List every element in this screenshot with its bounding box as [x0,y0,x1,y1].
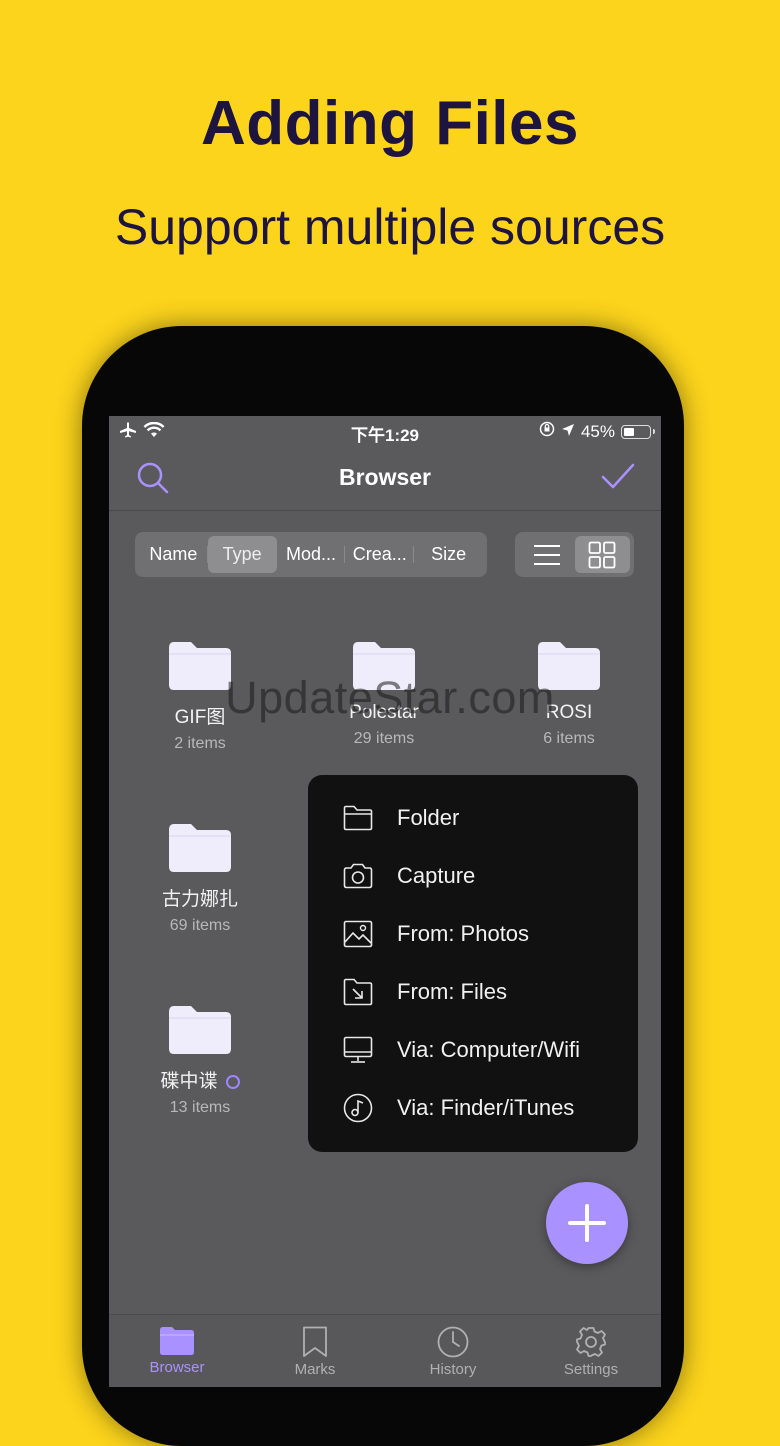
orientation-lock-icon [539,421,555,442]
sort-option-type[interactable]: Type [207,536,277,573]
list-view-button[interactable] [519,536,575,573]
folder-count: 69 items [169,917,231,934]
tab-browser[interactable]: Browser [117,1315,237,1376]
menu-item-computer-wifi[interactable]: Via: Computer/Wifi [308,1021,638,1079]
music-icon [343,1093,373,1123]
grid-view-button[interactable] [574,536,630,573]
folder-name: 古力娜扎 [161,889,238,910]
sort-option-size[interactable]: Size [414,536,483,573]
tab-label: History [429,1361,477,1378]
menu-item-finder-itunes[interactable]: Via: Finder/iTunes [308,1079,638,1137]
menu-item-files[interactable]: From: Files [308,963,638,1021]
grid-icon [588,541,616,568]
tab-label: Browser [149,1359,205,1376]
menu-item-label: Via: Computer/Wifi [397,1037,580,1062]
battery-fill [624,427,634,436]
add-button[interactable] [546,1182,628,1264]
menu-item-capture[interactable]: Capture [308,847,638,905]
select-button[interactable] [601,462,635,497]
folder-item[interactable]: 古力娜扎 69 items [125,824,275,935]
tab-label: Marks [294,1361,336,1378]
folder-icon [169,1006,231,1054]
checkmark-icon [601,463,635,489]
sort-option-created[interactable]: Crea... [345,536,414,573]
folder-item[interactable]: 碟中谍 13 items [125,1006,275,1117]
camera-icon [343,861,373,891]
tab-marks[interactable]: Marks [255,1315,375,1378]
nav-title: Browser [338,464,432,490]
tab-bar: Browser Marks History Settings [109,1314,661,1387]
menu-item-label: Via: Finder/iTunes [397,1095,575,1120]
app-screen: 下午1:29 45% Browser Name Type Mod... Crea… [109,416,661,1387]
photos-icon [343,919,373,949]
tab-label: Settings [563,1361,619,1378]
status-bar: 下午1:29 45% [109,416,661,448]
menu-item-folder[interactable]: Folder [308,789,638,847]
tab-history[interactable]: History [393,1315,513,1378]
battery-percent: 45% [580,421,615,441]
bookmark-icon [303,1326,327,1357]
promo-subline: Support multiple sources [114,199,666,255]
folder-icon [160,1327,194,1355]
monitor-icon [343,1035,373,1065]
nav-bar: Browser [109,448,661,511]
plus-icon [568,1204,606,1242]
folder-count: 2 items [174,735,226,752]
sort-option-name[interactable]: Name [139,536,208,573]
menu-item-label: Folder [397,805,460,830]
watermark: UpdateStar.com [225,672,555,723]
list-icon [533,544,560,565]
folder-count: 13 items [169,1099,231,1116]
promo-headline: Adding Files [201,89,579,158]
folder-name: 碟中谍 [160,1071,218,1092]
menu-item-label: From: Photos [397,921,530,946]
add-menu: Folder Capture From: Photos From: Files … [308,775,638,1152]
gear-icon [576,1327,606,1357]
folder-icon [169,824,231,872]
folder-icon [343,803,373,833]
files-import-icon [343,977,373,1007]
menu-item-label: From: Files [397,979,507,1004]
folder-name-row: 碟中谍 [125,1066,275,1093]
status-ring-icon [225,1074,240,1089]
clock-icon [437,1326,469,1358]
folder-count: 6 items [543,730,595,747]
tab-settings[interactable]: Settings [531,1315,651,1378]
location-icon [561,422,575,442]
menu-item-photos[interactable]: From: Photos [308,905,638,963]
battery-icon [621,424,655,439]
menu-item-label: Capture [397,863,476,888]
folder-count: 29 items [353,730,415,747]
view-mode-control [515,532,634,577]
sort-option-modified[interactable]: Mod... [277,536,346,573]
sort-segmented-control: Name Type Mod... Crea... Size [135,532,487,577]
